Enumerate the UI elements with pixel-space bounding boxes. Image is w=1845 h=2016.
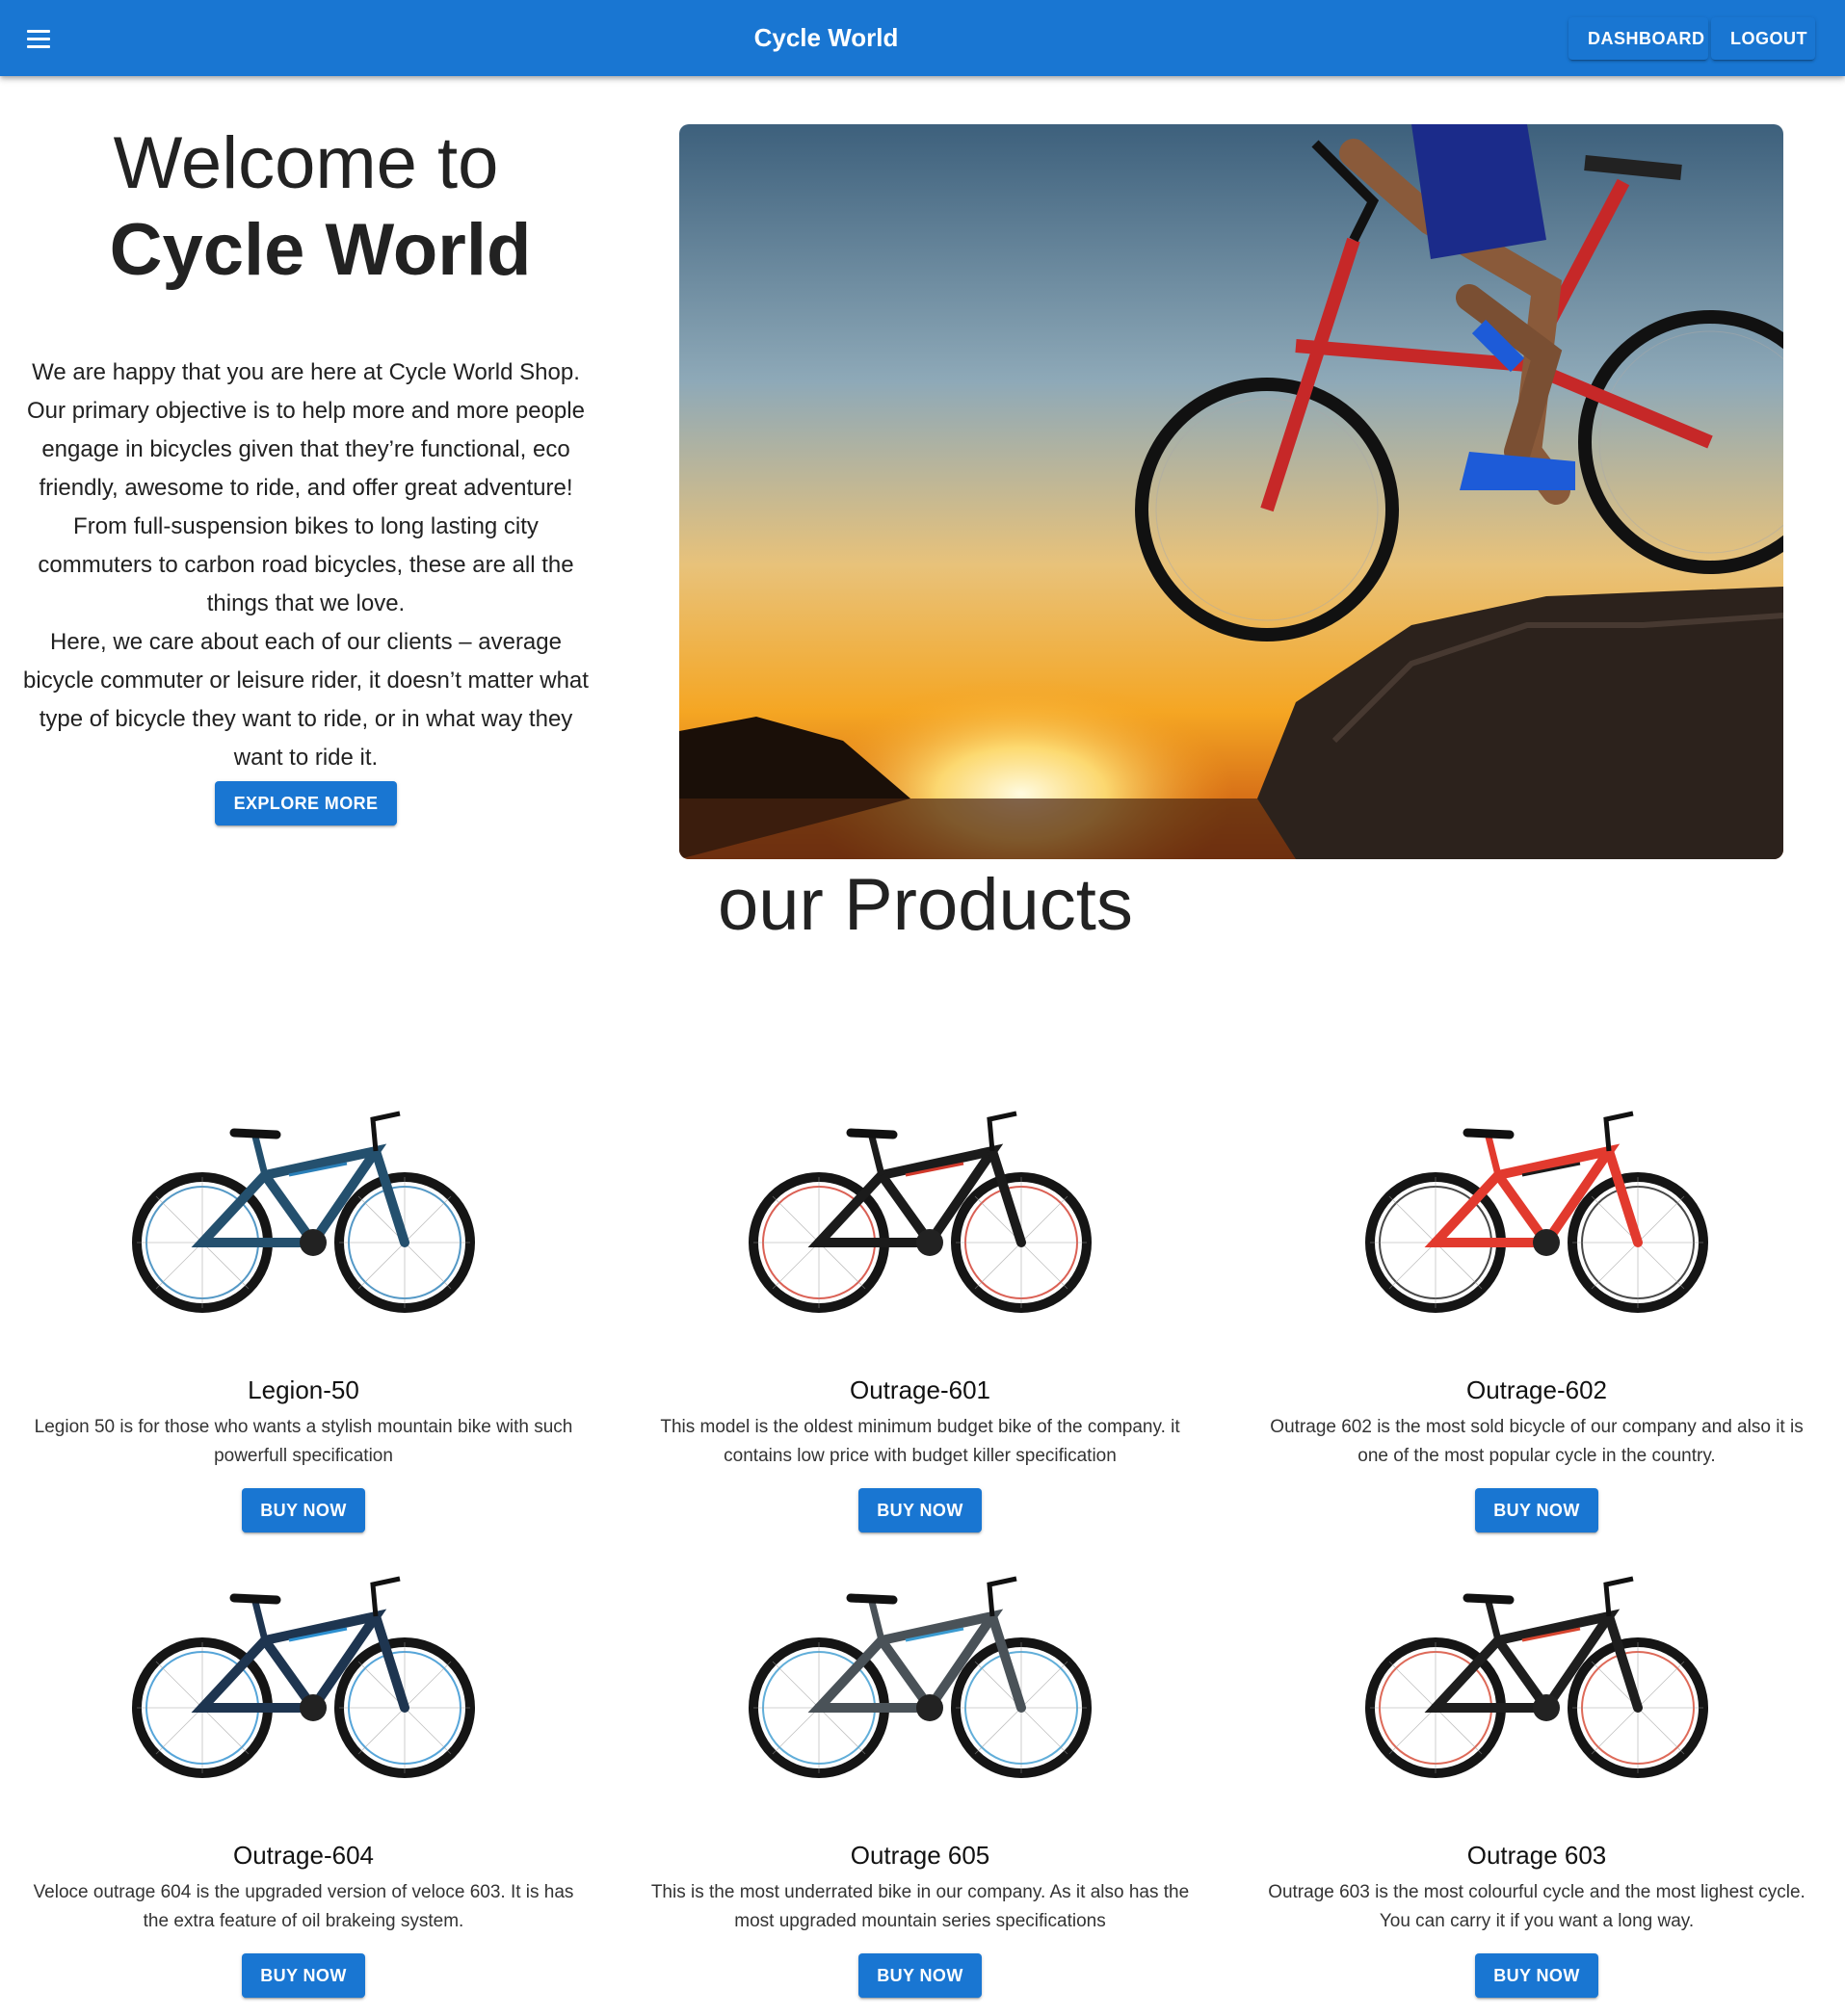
- explore-more-button[interactable]: EXPLORE MORE: [214, 781, 398, 825]
- buy-now-button[interactable]: BUY NOW: [242, 1953, 365, 1998]
- product-name: Outrage 603: [1466, 1841, 1607, 1870]
- buy-now-button[interactable]: BUY NOW: [858, 1953, 982, 1998]
- product-image: [1296, 1064, 1778, 1363]
- products-heading: our Products: [718, 864, 1133, 946]
- hero-intro: Welcome to Cycle World We are happy that…: [10, 120, 602, 825]
- buy-now-button[interactable]: BUY NOW: [858, 1488, 982, 1532]
- product-description: Outrage 603 is the most colourful cycle …: [1268, 1882, 1805, 1931]
- intro-paragraph-2: Here, we care about each of our clients …: [23, 629, 589, 771]
- buy-now-button[interactable]: BUY NOW: [1475, 1953, 1598, 1998]
- product-image: [63, 1530, 544, 1828]
- product-description: Legion 50 is for those who wants a styli…: [34, 1417, 573, 1466]
- app-title: Cycle World: [753, 23, 899, 52]
- product-description: This model is the oldest minimum budget …: [660, 1417, 1180, 1466]
- intro-paragraph: We are happy that you are here at Cycle …: [27, 359, 585, 616]
- product-image: [1296, 1530, 1778, 1828]
- product-card: Outrage-602 Outrage 602 is the most sold…: [1248, 1064, 1826, 1532]
- product-name: Legion-50: [248, 1375, 359, 1404]
- product-name: Outrage 605: [850, 1841, 990, 1870]
- product-card: Outrage 603 Outrage 603 is the most colo…: [1248, 1530, 1826, 1998]
- app-bar: Cycle World DASHBOARD LOGOUT: [0, 0, 1845, 76]
- product-name: Outrage-602: [1466, 1375, 1607, 1404]
- product-card: Outrage-604 Veloce outrage 604 is the up…: [14, 1530, 593, 1998]
- product-description: Outrage 602 is the most sold bicycle of …: [1270, 1417, 1804, 1466]
- product-image: [679, 1064, 1161, 1363]
- dashboard-button[interactable]: DASHBOARD: [1568, 17, 1708, 60]
- product-card: Legion-50 Legion 50 is for those who wan…: [14, 1064, 593, 1532]
- logout-button[interactable]: LOGOUT: [1711, 17, 1815, 60]
- product-image: [679, 1530, 1161, 1828]
- brand-heading: Cycle World: [109, 209, 532, 291]
- welcome-heading: Welcome to: [113, 122, 499, 204]
- product-name: Outrage-601: [850, 1375, 990, 1404]
- product-card: Outrage 605 This is the most underrated …: [631, 1530, 1209, 1998]
- product-image: [63, 1064, 544, 1363]
- buy-now-button[interactable]: BUY NOW: [1475, 1488, 1598, 1532]
- buy-now-button[interactable]: BUY NOW: [242, 1488, 365, 1532]
- product-name: Outrage-604: [233, 1841, 374, 1870]
- product-description: Veloce outrage 604 is the upgraded versi…: [33, 1882, 574, 1931]
- hero-image: [679, 124, 1783, 859]
- product-card: Outrage-601 This model is the oldest min…: [631, 1064, 1209, 1532]
- product-description: This is the most underrated bike in our …: [650, 1882, 1190, 1931]
